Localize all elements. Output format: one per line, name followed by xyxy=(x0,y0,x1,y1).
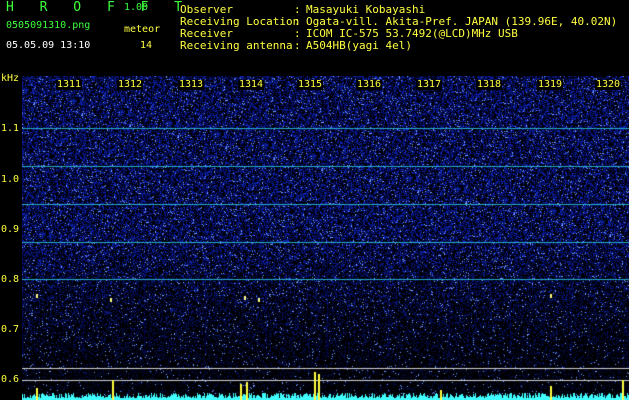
time-tick-label: 1319 xyxy=(537,79,564,90)
meteor-count: 14 xyxy=(140,40,153,51)
y-tick-label: 0.8 xyxy=(1,274,20,285)
file-name: 0505091310.png xyxy=(6,20,91,31)
y-tick-label: 0.6 xyxy=(1,374,20,385)
frequency-axis: kHz 1.1 1.0 0.9 0.8 0.7 0.6 xyxy=(0,72,22,400)
time-tick-label: 1315 xyxy=(297,79,324,90)
time-tick-label: 1311 xyxy=(56,79,83,90)
time-tick-label: 1313 xyxy=(178,79,205,90)
y-tick-label: 1.0 xyxy=(1,174,20,185)
info-key-antenna: Receiving antenna xyxy=(180,39,293,52)
app-version: 1.00 xyxy=(124,2,149,13)
time-tick-label: 1314 xyxy=(238,79,265,90)
y-tick-label: 0.7 xyxy=(1,324,20,335)
info-sep: : xyxy=(294,39,301,52)
time-tick-label: 1320 xyxy=(595,79,622,90)
spectrogram-canvas[interactable] xyxy=(22,76,629,400)
meteor-label: meteor xyxy=(124,24,161,35)
time-tick-label: 1312 xyxy=(117,79,144,90)
info-value-antenna: A504HB(yagi 4el) xyxy=(306,39,412,52)
axis-unit-label: kHz xyxy=(1,73,20,84)
app-title: H R O F F T xyxy=(6,0,192,15)
y-tick-label: 1.1 xyxy=(1,123,20,134)
y-tick-label: 0.9 xyxy=(1,224,20,235)
time-tick-label: 1316 xyxy=(356,79,383,90)
date-time: 05.05.09 13:10 xyxy=(6,40,91,51)
header-panel: H R O F F T 1.00 0505091310.png 05.05.09… xyxy=(0,0,629,72)
time-tick-label: 1317 xyxy=(416,79,443,90)
time-tick-label: 1318 xyxy=(476,79,503,90)
